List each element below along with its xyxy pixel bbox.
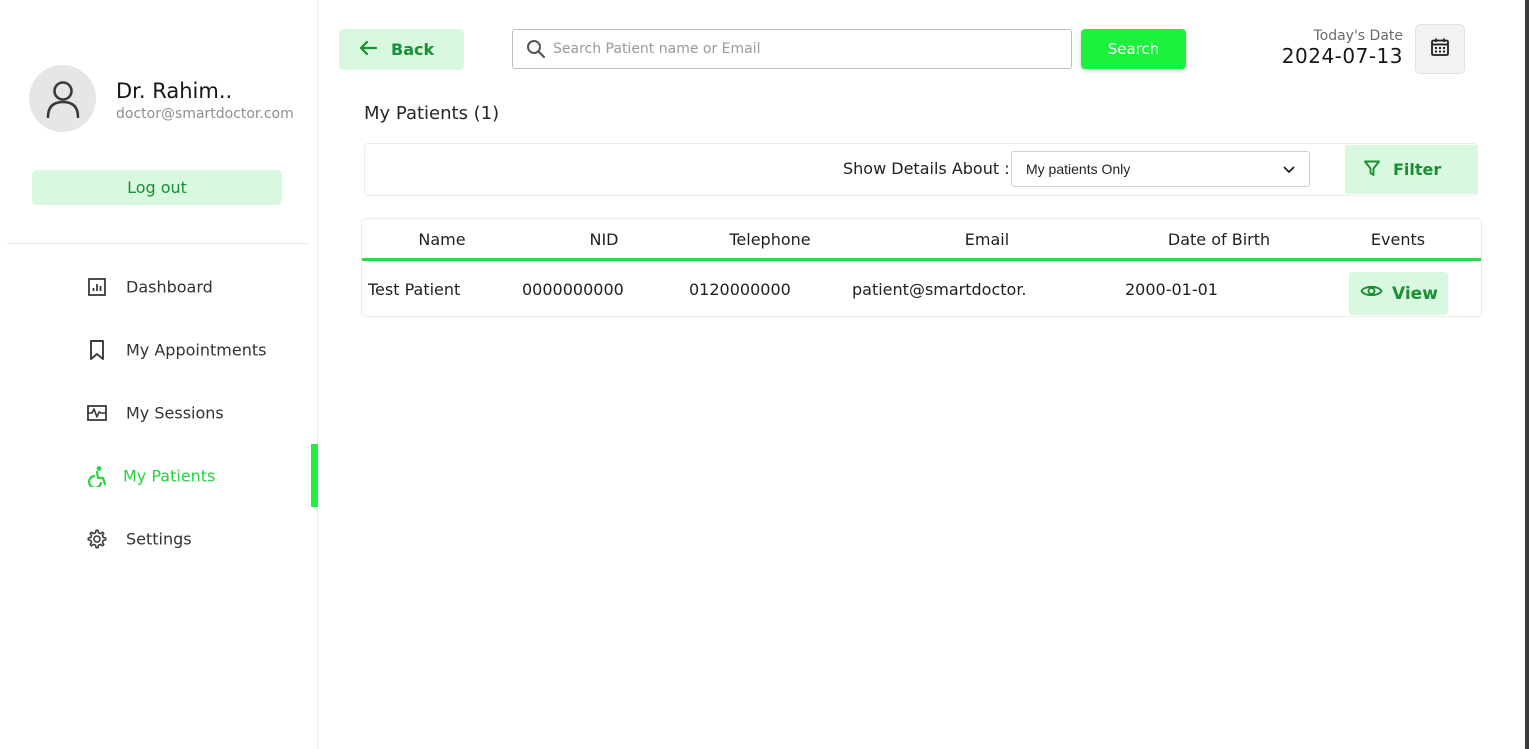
sidebar-item-label: My Appointments (126, 340, 267, 359)
column-header-telephone: Telephone (729, 230, 811, 249)
view-button[interactable]: View (1349, 272, 1448, 315)
eye-icon (1360, 283, 1383, 304)
column-header-nid: NID (589, 230, 619, 249)
sidebar-divider (7, 243, 307, 244)
gear-icon (86, 528, 108, 550)
cell-name: Test Patient (368, 280, 461, 299)
filter-button[interactable]: Filter (1345, 145, 1477, 194)
accessibility-icon (86, 465, 108, 487)
patients-table: Name NID Telephone Email Date of Birth E… (361, 218, 1482, 317)
page-title: My Patients (1) (364, 103, 500, 124)
sidebar-item-settings[interactable]: Settings (0, 507, 318, 570)
search-button[interactable]: Search (1081, 29, 1186, 69)
active-indicator (311, 444, 318, 507)
column-header-email: Email (964, 230, 1010, 249)
column-header-events: Events (1370, 230, 1426, 249)
cell-email: patient@smartdoctor. (852, 280, 1027, 299)
date-value: 2024-07-13 (1281, 44, 1403, 68)
window-scrollbar[interactable] (1525, 0, 1529, 749)
sidebar: Dr. Rahim.. doctor@smartdoctor.com Log o… (0, 0, 318, 749)
sidebar-item-label: Dashboard (126, 277, 213, 296)
dashboard-icon (86, 276, 108, 298)
sidebar-item-dashboard[interactable]: Dashboard (0, 255, 318, 318)
cell-telephone: 0120000000 (689, 280, 791, 299)
search-icon (526, 39, 546, 63)
sidebar-item-sessions[interactable]: My Sessions (0, 381, 318, 444)
search-input[interactable] (553, 30, 1063, 68)
cell-nid: 0000000000 (522, 280, 624, 299)
column-header-name: Name (418, 230, 466, 249)
sidebar-item-label: Settings (126, 529, 192, 548)
bookmark-icon (86, 339, 108, 361)
view-button-label: View (1392, 283, 1438, 304)
filter-button-label: Filter (1393, 160, 1442, 179)
calendar-button[interactable] (1415, 24, 1465, 74)
filter-select[interactable]: My patients Only (1011, 151, 1310, 187)
cell-dob: 2000-01-01 (1125, 280, 1218, 299)
sessions-icon (86, 402, 108, 424)
back-label: Back (391, 40, 435, 59)
filter-label: Show Details About : (843, 159, 1010, 178)
doctor-email: doctor@smartdoctor.com (116, 106, 294, 122)
sidebar-item-patients[interactable]: My Patients (0, 444, 318, 507)
search-field[interactable] (512, 29, 1072, 69)
filter-select-value: My patients Only (1026, 161, 1131, 177)
column-header-dob: Date of Birth (1167, 230, 1271, 249)
app-root: Dr. Rahim.. doctor@smartdoctor.com Log o… (0, 0, 1529, 749)
doctor-name: Dr. Rahim.. (116, 79, 233, 103)
calendar-icon (1430, 37, 1450, 61)
user-avatar-icon (29, 65, 96, 132)
table-header: Name NID Telephone Email Date of Birth E… (362, 219, 1481, 261)
filter-icon (1363, 159, 1381, 181)
sidebar-item-label: My Sessions (126, 403, 224, 422)
logout-button[interactable]: Log out (32, 170, 282, 205)
date-caption: Today's Date (1313, 28, 1403, 44)
sidebar-item-label: My Patients (123, 466, 216, 485)
back-button[interactable]: Back (339, 29, 464, 70)
chevron-down-icon (1283, 161, 1295, 177)
profile-card: Dr. Rahim.. doctor@smartdoctor.com (29, 65, 314, 133)
sidebar-item-appointments[interactable]: My Appointments (0, 318, 318, 381)
arrow-left-icon (359, 40, 378, 60)
